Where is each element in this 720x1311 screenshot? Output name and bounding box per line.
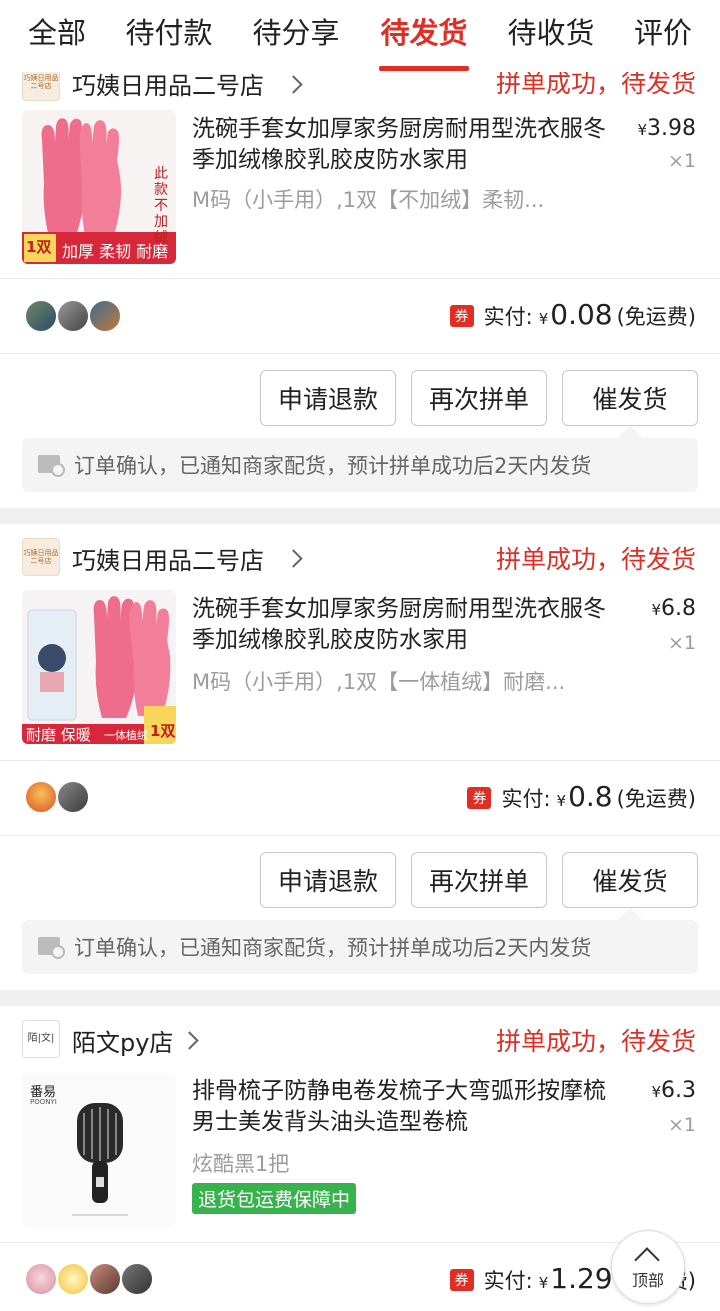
shop-header[interactable]: 巧姨日用品二号店 巧姨日用品二号店 拼单成功，待发货: [0, 72, 720, 112]
avatar: [24, 299, 58, 333]
product-quantity: ×1: [667, 1114, 696, 1136]
product-title[interactable]: 排骨梳子防静电卷发梳子大弯弧形按摩梳男士美发背头油头造型卷梳: [192, 1076, 622, 1138]
shipping-note: (免运费): [616, 787, 696, 811]
truck-clock-icon: [38, 937, 65, 959]
shop-header[interactable]: 陌|文| 陌文py店 拼单成功，待发货: [0, 1006, 720, 1066]
comb-image: [72, 1103, 128, 1216]
order-status: 拼单成功，待发货: [495, 72, 696, 98]
thumb-badge: 1双: [150, 722, 176, 740]
shipping-guarantee-badge: 退货包运费保障中: [192, 1183, 357, 1214]
thumb-badge: 1双: [26, 238, 52, 256]
notice-text: 订单确认，已通知商家配货，预计拼单成功后2天内发货: [74, 936, 592, 960]
paid-amount-row: 券 实付: ¥ 0.8 (免运费): [467, 780, 696, 813]
shipping-notice: 订单确认，已通知商家配货，预计拼单成功后2天内发货: [22, 425, 698, 492]
divider: [0, 760, 720, 761]
shop-name[interactable]: 巧姨日用品二号店: [72, 72, 264, 101]
order-status: 拼单成功，待发货: [495, 545, 696, 574]
thumb-banner: 耐磨 保暖: [26, 726, 91, 744]
tab-review[interactable]: 评价: [634, 10, 692, 52]
tab-pending-payment[interactable]: 待付款: [125, 10, 212, 52]
shop-logo: 巧姨日用品二号店: [22, 538, 60, 576]
divider: [0, 835, 720, 836]
thumb-side-label: 一体植绒: [104, 729, 148, 742]
tab-all[interactable]: 全部: [28, 10, 86, 52]
paid-amount: 1.29: [550, 1262, 613, 1295]
shipping-notice: 订单确认，已通知商家配货，预计拼单成功后2天内发货: [22, 907, 698, 974]
notice-pointer: [618, 425, 642, 449]
product-quantity: ×1: [667, 632, 696, 654]
tab-pending-receipt[interactable]: 待收货: [507, 10, 594, 52]
product-thumbnail[interactable]: 耐磨 保暖 1双 一体植绒: [22, 590, 176, 744]
avatar: [24, 1262, 58, 1296]
product-quantity: ×1: [667, 150, 696, 172]
active-tab-indicator: [379, 66, 469, 71]
product-spec: 炫酷黑1把: [192, 1152, 290, 1176]
avatar: [88, 299, 122, 333]
avatar: [56, 1262, 90, 1296]
divider: [0, 353, 720, 354]
refund-button[interactable]: 申请退款: [260, 370, 396, 426]
tab-pending-shipment[interactable]: 待发货: [380, 10, 467, 52]
order-status: 拼单成功，待发货: [495, 1027, 696, 1056]
regroup-button[interactable]: 再次拼单: [411, 370, 547, 426]
shop-logo: 巧姨日用品二号店: [22, 72, 60, 101]
chevron-right-icon: [284, 75, 303, 94]
product-spec: M码（小手用）,1双【一体植绒】耐磨...: [192, 670, 566, 694]
product-title[interactable]: 洗碗手套女加厚家务厨房耐用型洗衣服冬季加绒橡胶乳胶皮防水家用: [192, 594, 622, 656]
urge-shipment-button[interactable]: 催发货: [562, 852, 698, 908]
urge-shipment-button[interactable]: 催发货: [562, 370, 698, 426]
shop-name[interactable]: 巧姨日用品二号店: [72, 541, 264, 576]
regroup-button[interactable]: 再次拼单: [411, 852, 547, 908]
notice-text: 订单确认，已通知商家配货，预计拼单成功后2天内发货: [74, 454, 592, 478]
thumb-side-label: 此款不加绒: [154, 166, 168, 246]
paid-amount: 0.08: [550, 298, 613, 331]
shop-logo: 陌|文|: [22, 1020, 60, 1058]
tab-pending-share[interactable]: 待分享: [252, 10, 339, 52]
thumb-banner: 加厚 柔韧 耐磨: [62, 242, 169, 261]
paid-amount: 0.8: [568, 780, 613, 813]
coupon-badge: 券: [449, 1269, 474, 1291]
order-tabs: 全部 待付款 待分享 待发货 待收货 评价: [0, 0, 720, 72]
truck-clock-icon: [38, 455, 65, 477]
paid-currency: ¥: [538, 310, 549, 328]
order-card: 巧姨日用品二号店 巧姨日用品二号店 拼单成功，待发货 1双 加厚 柔韧 耐磨 此…: [0, 72, 720, 508]
coupon-badge: 券: [467, 787, 492, 809]
product-price: ¥6.8: [651, 596, 696, 621]
paid-label: 实付:: [483, 305, 533, 329]
shop-header[interactable]: 巧姨日用品二号店 巧姨日用品二号店 拼单成功，待发货: [0, 524, 720, 584]
product-price: ¥3.98: [637, 116, 696, 141]
refund-button[interactable]: 申请退款: [260, 852, 396, 908]
paid-amount-row: 券 实付: ¥ 0.08 (免运费): [449, 298, 696, 331]
notice-pointer: [618, 907, 642, 931]
shipping-note: (免运费): [616, 305, 696, 329]
order-card: 巧姨日用品二号店 巧姨日用品二号店 拼单成功，待发货 耐磨 保暖 1双 一体植绒…: [0, 524, 720, 990]
product-thumbnail[interactable]: 番易 POONYI: [22, 1073, 176, 1227]
avatar: [56, 299, 90, 333]
paid-currency: ¥: [538, 1274, 549, 1292]
coupon-badge: 券: [449, 305, 474, 327]
paid-currency: ¥: [556, 792, 567, 810]
product-thumbnail[interactable]: 1双 加厚 柔韧 耐磨 此款不加绒: [22, 110, 176, 264]
product-title[interactable]: 洗碗手套女加厚家务厨房耐用型洗衣服冬季加绒橡胶乳胶皮防水家用: [192, 114, 622, 176]
back-to-top-button[interactable]: 顶部: [611, 1230, 685, 1304]
avatar: [24, 780, 58, 814]
back-to-top-label: 顶部: [631, 1271, 664, 1290]
paid-label: 实付:: [483, 1269, 533, 1293]
chevron-right-icon: [284, 549, 303, 568]
shop-name[interactable]: 陌文py店: [72, 1023, 173, 1058]
chevron-right-icon: [180, 1031, 199, 1050]
divider: [0, 278, 720, 279]
avatar: [56, 780, 90, 814]
avatar: [120, 1262, 154, 1296]
paid-label: 实付:: [501, 787, 551, 811]
product-price: ¥6.3: [651, 1078, 696, 1103]
avatar: [88, 1262, 122, 1296]
divider: [0, 1242, 720, 1243]
product-spec: M码（小手用）,1双【不加绒】柔韧...: [192, 188, 545, 212]
